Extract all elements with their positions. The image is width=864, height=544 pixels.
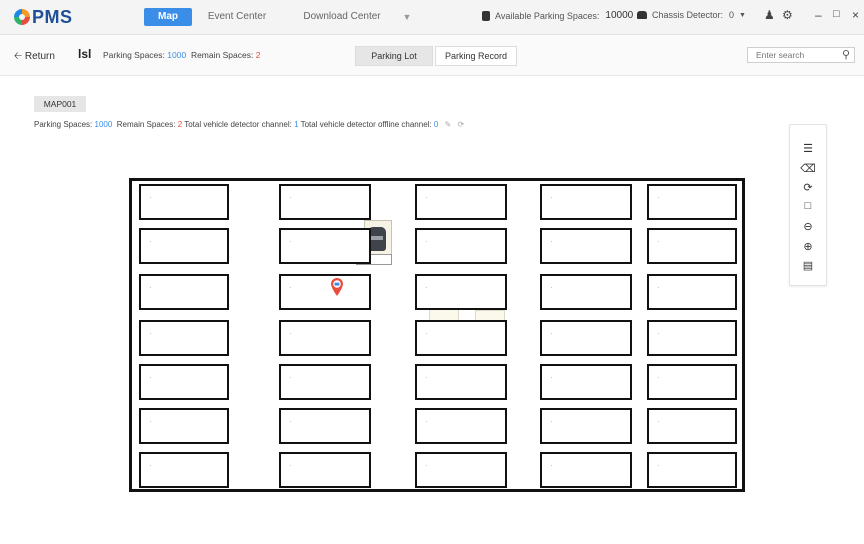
search-box[interactable]: ⚲	[747, 47, 855, 63]
remain-value: 2	[255, 50, 261, 60]
logo-text: PMS	[32, 6, 73, 27]
logo-mark	[14, 9, 30, 25]
parking-space[interactable]	[139, 452, 229, 488]
remain-label: Remain Spaces:	[190, 50, 254, 60]
stats-remain-value: 2	[177, 120, 183, 129]
parking-space[interactable]	[139, 184, 229, 220]
map-stats: Parking Spaces: 1000 Remain Spaces: 2 To…	[34, 120, 464, 129]
parking-space[interactable]	[279, 320, 371, 356]
gear-icon[interactable]: ⚙	[782, 8, 793, 22]
parking-space[interactable]	[279, 364, 371, 400]
stats-detector-label: Total vehicle detector channel:	[184, 120, 292, 129]
parking-space[interactable]	[139, 320, 229, 356]
maximize-icon[interactable]: □	[833, 8, 840, 20]
zoom-in-icon[interactable]: ⊕	[790, 239, 826, 253]
parking-space[interactable]	[540, 364, 632, 400]
clear-icon[interactable]: ⌫	[790, 161, 826, 175]
parking-lot-name: lsl	[78, 47, 92, 61]
search-input[interactable]	[748, 48, 836, 62]
chassis-detector-dropdown[interactable]: Chassis Detector: 0 ▼	[637, 10, 746, 20]
parking-space[interactable]	[415, 452, 507, 488]
parking-lot-summary: Parking Spaces: 1000 Remain Spaces: 2	[103, 50, 260, 60]
parking-space[interactable]	[540, 452, 632, 488]
parking-space[interactable]	[540, 320, 632, 356]
close-icon[interactable]: ×	[852, 8, 859, 22]
top-bar: PMS Map Event Center Download Center ▼ A…	[0, 0, 864, 35]
layers-icon[interactable]: ☰	[790, 141, 826, 155]
edit-icon[interactable]: ✎	[445, 120, 452, 129]
parking-space[interactable]	[139, 364, 229, 400]
parking-space[interactable]	[279, 274, 371, 310]
parking-space[interactable]	[279, 184, 371, 220]
nav-tab-map[interactable]: Map	[144, 8, 192, 26]
parking-space[interactable]	[647, 320, 737, 356]
user-icon[interactable]: ♟	[764, 8, 775, 22]
parking-space[interactable]	[279, 452, 371, 488]
minimize-icon[interactable]: –	[815, 8, 822, 22]
arrow-left-icon: 🡠	[14, 51, 23, 62]
parking-space[interactable]	[415, 320, 507, 356]
stats-offline-value: 0	[433, 120, 439, 129]
parking-space[interactable]	[647, 364, 737, 400]
available-spaces-label: Available Parking Spaces:	[495, 10, 600, 21]
reset-icon[interactable]: ⟳	[790, 180, 826, 194]
app-logo: PMS	[14, 7, 73, 27]
chassis-detector-label: Chassis Detector:	[652, 10, 724, 20]
parking-space[interactable]	[279, 228, 371, 264]
parking-space[interactable]	[540, 184, 632, 220]
parking-space[interactable]	[647, 184, 737, 220]
map-tab[interactable]: MAP001	[34, 96, 86, 112]
chassis-detector-value: 0	[729, 10, 735, 20]
parking-space[interactable]	[139, 228, 229, 264]
search-icon[interactable]: ⚲	[842, 48, 850, 61]
parking-space[interactable]	[647, 228, 737, 264]
parking-space[interactable]	[647, 408, 737, 444]
select-area-icon[interactable]: □	[790, 199, 826, 213]
parking-space[interactable]	[647, 274, 737, 310]
car-icon	[637, 11, 647, 19]
parking-space[interactable]	[415, 184, 507, 220]
legend-icon[interactable]: ▤	[790, 258, 826, 272]
parking-space[interactable]	[139, 408, 229, 444]
camera-pin-icon[interactable]	[331, 278, 343, 296]
parking-space[interactable]	[279, 408, 371, 444]
stats-spaces-value: 1000	[94, 120, 113, 129]
parking-space[interactable]	[540, 408, 632, 444]
stats-detector-value: 1	[294, 120, 299, 129]
nav-tab-download-center[interactable]: Download Center	[302, 8, 382, 26]
available-spaces-value: 10000	[605, 10, 634, 21]
parking-space[interactable]	[415, 274, 507, 310]
tab-parking-record[interactable]: Parking Record	[435, 46, 517, 66]
stats-remain-label: Remain Spaces:	[116, 120, 176, 129]
parking-space[interactable]	[415, 408, 507, 444]
parking-space[interactable]	[540, 228, 632, 264]
map-toolbox: ☰ ⌫ ⟳ □ ⊖ ⊕ ▤	[789, 124, 827, 286]
parking-space[interactable]	[415, 364, 507, 400]
more-menu-icon[interactable]: ▼	[400, 8, 414, 26]
stats-offline-label: Total vehicle detector offline channel:	[300, 120, 432, 129]
spaces-value: 1000	[167, 50, 187, 60]
chevron-down-icon: ▼	[739, 11, 746, 19]
stats-spaces-label: Parking Spaces:	[34, 120, 93, 129]
zoom-out-icon[interactable]: ⊖	[790, 219, 826, 233]
nav-tab-event-center[interactable]: Event Center	[206, 8, 268, 26]
return-button[interactable]: 🡠 Return	[14, 49, 55, 66]
refresh-icon[interactable]: ⟳	[458, 120, 465, 129]
parking-space[interactable]	[139, 274, 229, 310]
parking-icon	[482, 10, 490, 21]
parking-space[interactable]	[415, 228, 507, 264]
return-label: Return	[24, 51, 55, 62]
parking-space[interactable]	[647, 452, 737, 488]
sub-header: 🡠 Return lsl Parking Spaces: 1000 Remain…	[0, 35, 864, 76]
available-spaces-indicator: Available Parking Spaces: 10000	[482, 10, 633, 21]
parking-space[interactable]	[540, 274, 632, 310]
spaces-label: Parking Spaces:	[103, 50, 165, 60]
tab-parking-lot[interactable]: Parking Lot	[355, 46, 433, 66]
